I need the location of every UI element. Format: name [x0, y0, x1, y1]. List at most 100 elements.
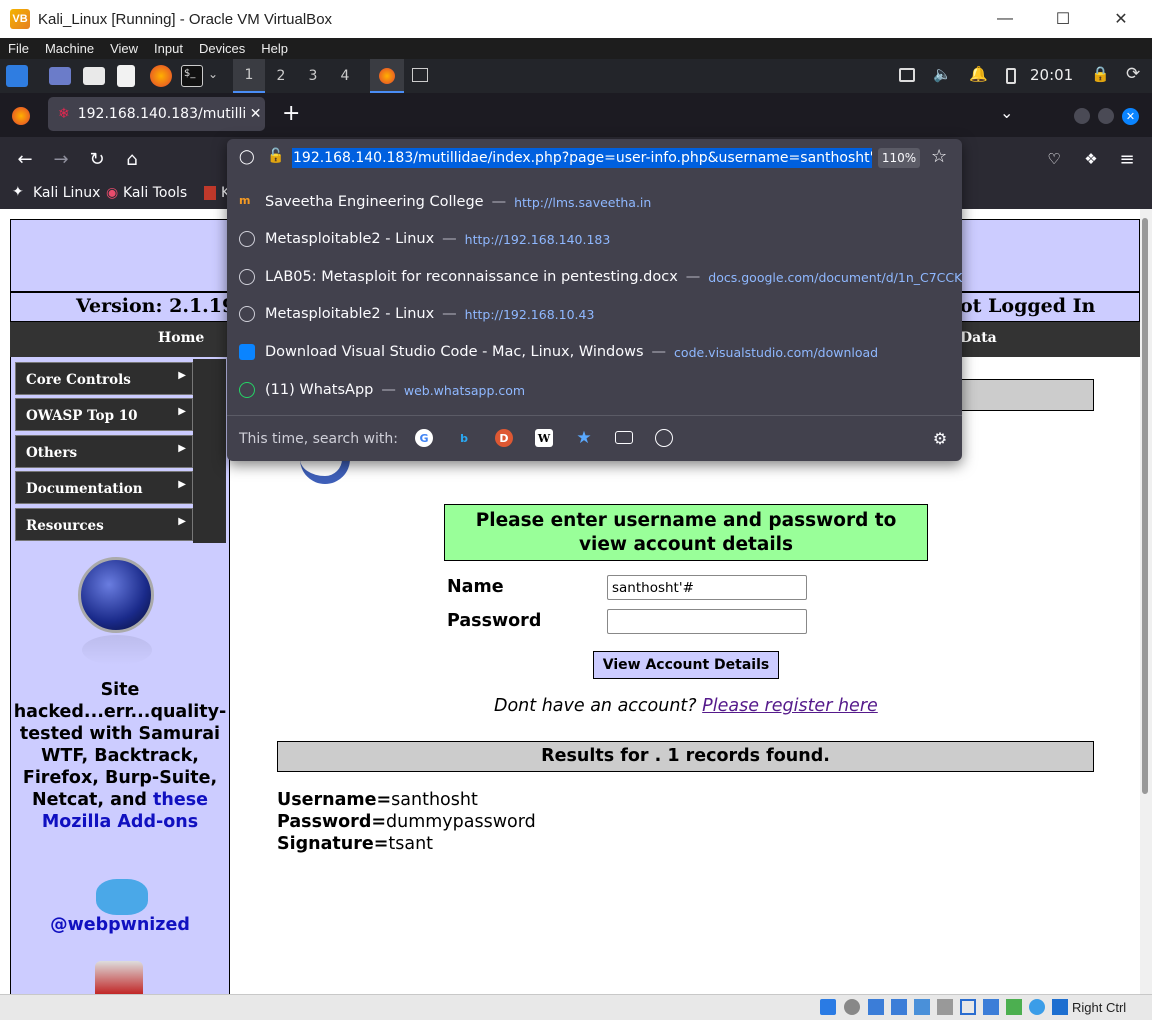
sidebar-item-label: Others — [26, 445, 78, 461]
zoom-level[interactable]: 110% — [878, 148, 920, 168]
keyboard-capture-icon[interactable] — [1052, 999, 1068, 1015]
nav-home[interactable]: Home — [158, 330, 204, 346]
shield-icon[interactable]: ◯ — [239, 149, 255, 165]
network-icon[interactable] — [899, 68, 915, 82]
password-input[interactable] — [607, 609, 807, 634]
youtube-icon[interactable] — [95, 961, 143, 994]
sidebar-item-resources[interactable]: Resources ▶ — [15, 508, 193, 541]
close-browser-icon[interactable]: ✕ — [1122, 108, 1139, 125]
minimize-icon[interactable]: — — [976, 0, 1034, 38]
workspace-2[interactable]: 2 — [265, 59, 297, 93]
view-account-details-button[interactable]: View Account Details — [593, 651, 779, 679]
tab-close-icon[interactable]: ✕ — [250, 106, 262, 122]
triangle-right-icon: ▶ — [178, 479, 186, 490]
bookmark-star-icon[interactable]: ☆ — [931, 146, 947, 167]
bookmark-kali-tools[interactable]: Kali Tools — [123, 185, 187, 201]
google-engine-icon[interactable]: G — [415, 429, 433, 447]
suggestion-item[interactable]: Metasploitable2 - Linux — http://192.168.… — [227, 295, 962, 333]
pocket-icon[interactable]: ♡ — [1041, 146, 1067, 172]
taskbar-terminal-icon[interactable] — [412, 68, 428, 82]
sidebar-item-documentation[interactable]: Documentation ▶ — [15, 471, 193, 504]
bookmarks-search-icon[interactable]: ★ — [575, 428, 593, 448]
menu-machine[interactable]: Machine — [37, 41, 102, 56]
triangle-right-icon: ▶ — [178, 370, 186, 381]
sidebar-item-label: OWASP Top 10 — [26, 408, 138, 424]
menu-devices[interactable]: Devices — [191, 41, 253, 56]
menu-view[interactable]: View — [102, 41, 146, 56]
suggestion-item[interactable]: LAB05: Metasploit for reconnaissance in … — [227, 258, 962, 296]
kali-menu-icon[interactable] — [6, 65, 28, 87]
battery-icon[interactable] — [1006, 68, 1016, 84]
menu-file[interactable]: File — [0, 41, 37, 56]
twitter-link[interactable]: @webpwnized — [12, 915, 228, 935]
suggestion-item[interactable]: Download Visual Studio Code - Mac, Linux… — [227, 333, 962, 371]
suggestion-title: Metasploitable2 - Linux — [265, 306, 435, 322]
wikipedia-engine-icon[interactable]: W — [535, 429, 553, 447]
volume-icon[interactable]: 🔈 — [933, 65, 952, 83]
chevron-down-icon[interactable]: ⌄ — [208, 67, 218, 81]
desktop-icon[interactable] — [49, 67, 71, 85]
nav-data[interactable]: Data — [960, 330, 997, 346]
url-input[interactable]: 192.168.140.183/mutillidae/index.php?pag… — [292, 148, 872, 168]
new-tab-icon[interactable]: + — [282, 101, 300, 126]
firefox-launcher-icon[interactable] — [150, 65, 172, 87]
suggestion-item[interactable]: Metasploitable2 - Linux — http://192.168.… — [227, 220, 962, 258]
history-search-icon[interactable] — [655, 429, 673, 447]
logout-icon[interactable]: ⟳ — [1126, 64, 1140, 84]
scrollbar-thumb[interactable] — [1142, 218, 1148, 794]
list-all-tabs-icon[interactable]: ⌄ — [1000, 103, 1013, 122]
file-manager-icon[interactable] — [83, 67, 105, 85]
recording-icon[interactable] — [983, 999, 999, 1015]
name-input[interactable]: santhosht'# — [607, 575, 807, 600]
firefox-view-icon[interactable] — [12, 107, 30, 125]
lock-icon[interactable]: 🔒 — [1091, 65, 1110, 83]
suggestion-item[interactable]: (11) WhatsApp — web.whatsapp.com — [227, 371, 962, 409]
register-link[interactable]: Please register here — [702, 696, 878, 716]
login-status: ot Logged In — [960, 295, 1096, 317]
app-menu-icon[interactable]: ≡ — [1114, 146, 1140, 172]
tabs-search-icon[interactable] — [615, 431, 633, 444]
tab-mutillidae[interactable]: ❄ 192.168.140.183/mutillida ✕ — [48, 97, 265, 131]
menu-help[interactable]: Help — [253, 41, 296, 56]
cpu-icon[interactable] — [1006, 999, 1022, 1015]
back-icon[interactable]: ← — [12, 146, 38, 172]
workspace-4[interactable]: 4 — [329, 59, 361, 93]
reload-icon[interactable]: ↻ — [84, 146, 110, 172]
twitter-bird-icon[interactable] — [96, 879, 148, 915]
bookmark-kali-linux[interactable]: Kali Linux — [33, 185, 100, 201]
network-adapter-icon[interactable] — [891, 999, 907, 1015]
insecure-lock-icon[interactable]: 🔓 — [267, 148, 284, 164]
notification-bell-icon[interactable]: 🔔 — [969, 65, 988, 83]
suggestion-item[interactable]: m Saveetha Engineering College — http://l… — [227, 183, 962, 221]
display-icon[interactable] — [960, 999, 976, 1015]
forward-icon[interactable]: → — [48, 146, 74, 172]
hard-disk-icon[interactable] — [820, 999, 836, 1015]
audio-icon[interactable] — [868, 999, 884, 1015]
workspace-3[interactable]: 3 — [297, 59, 329, 93]
sidebar-item-others[interactable]: Others ▶ — [15, 435, 193, 468]
optical-drive-icon[interactable] — [844, 999, 860, 1015]
clock[interactable]: 20:01 — [1030, 66, 1073, 84]
extensions-icon[interactable]: ❖ — [1078, 146, 1104, 172]
menu-input[interactable]: Input — [146, 41, 191, 56]
home-icon[interactable]: ⌂ — [119, 146, 145, 172]
mouse-integration-icon[interactable] — [1029, 999, 1045, 1015]
terminal-launcher-icon[interactable]: $_ — [181, 65, 203, 87]
suggestion-title: (11) WhatsApp — [265, 382, 374, 398]
taskbar-firefox[interactable] — [370, 59, 404, 93]
maximize-browser-icon[interactable] — [1098, 108, 1114, 124]
sidebar-item-owasp-top-10[interactable]: OWASP Top 10 ▶ — [15, 398, 193, 431]
minimize-browser-icon[interactable] — [1074, 108, 1090, 124]
bing-engine-icon[interactable]: b — [455, 429, 473, 447]
duckduckgo-engine-icon[interactable]: D — [495, 429, 513, 447]
maximize-icon[interactable]: ☐ — [1034, 0, 1092, 38]
url-bar[interactable]: ◯ 🔓 192.168.140.183/mutillidae/index.php… — [227, 139, 962, 178]
globe-icon — [239, 306, 255, 322]
search-settings-gear-icon[interactable]: ⚙ — [931, 429, 949, 448]
close-icon[interactable]: ✕ — [1092, 0, 1150, 38]
sidebar-item-core-controls[interactable]: Core Controls ▶ — [15, 362, 193, 395]
workspace-1[interactable]: 1 — [233, 59, 265, 93]
shared-folders-icon[interactable] — [937, 999, 953, 1015]
text-editor-icon[interactable] — [117, 65, 135, 87]
usb-icon[interactable] — [914, 999, 930, 1015]
